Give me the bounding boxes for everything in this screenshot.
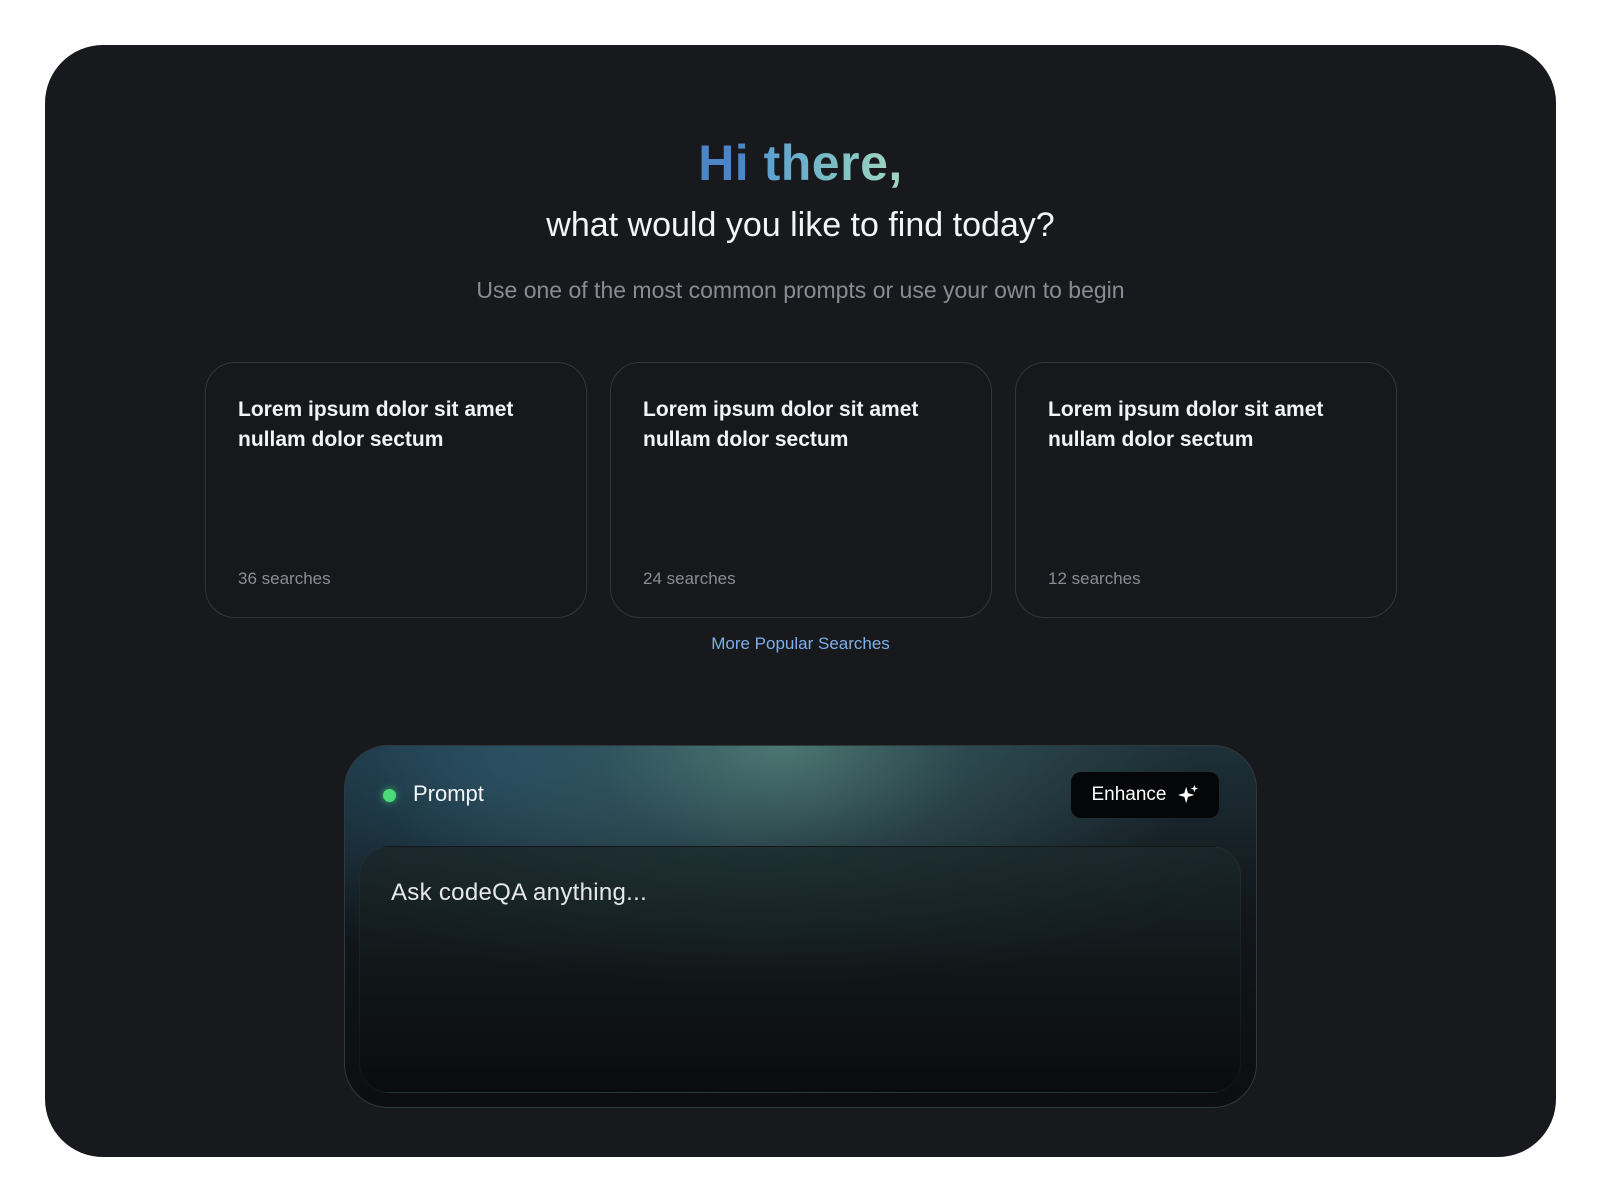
search-card-count: 12 searches: [1048, 569, 1141, 588]
main-panel: Hi there, what would you like to find to…: [45, 45, 1556, 1157]
enhance-button[interactable]: Enhance: [1071, 772, 1219, 818]
search-card-title: Lorem ipsum dolor sit amet nullam dolor …: [1048, 398, 1324, 451]
page-subtitle: what would you like to find today?: [546, 206, 1055, 244]
greeting-hi: Hi: [698, 135, 750, 191]
sparkle-icon: [1177, 784, 1199, 806]
search-card[interactable]: Lorem ipsum dolor sit amet nullam dolor …: [205, 362, 587, 618]
popular-searches: Lorem ipsum dolor sit amet nullam dolor …: [205, 362, 1397, 618]
greeting-there: there,: [763, 135, 903, 191]
enhance-button-label: Enhance: [1091, 784, 1167, 805]
search-card-count: 36 searches: [238, 569, 331, 588]
greeting-heading: Hi there,: [45, 133, 1556, 193]
more-popular-searches-link[interactable]: More Popular Searches: [45, 634, 1556, 654]
prompt-panel: Prompt Enhance Ask codeQA anything...: [344, 745, 1257, 1108]
prompt-input[interactable]: Ask codeQA anything...: [359, 846, 1241, 1093]
search-card-title: Lorem ipsum dolor sit amet nullam dolor …: [643, 398, 919, 451]
search-card-title: Lorem ipsum dolor sit amet nullam dolor …: [238, 398, 514, 451]
prompt-input-placeholder: Ask codeQA anything...: [391, 879, 648, 906]
prompt-label: Prompt: [413, 781, 484, 806]
page-hint: Use one of the most common prompts or us…: [476, 277, 1125, 303]
search-card-count: 24 searches: [643, 569, 736, 588]
search-card[interactable]: Lorem ipsum dolor sit amet nullam dolor …: [1015, 362, 1397, 618]
search-card[interactable]: Lorem ipsum dolor sit amet nullam dolor …: [610, 362, 992, 618]
status-dot-icon: [383, 789, 396, 802]
